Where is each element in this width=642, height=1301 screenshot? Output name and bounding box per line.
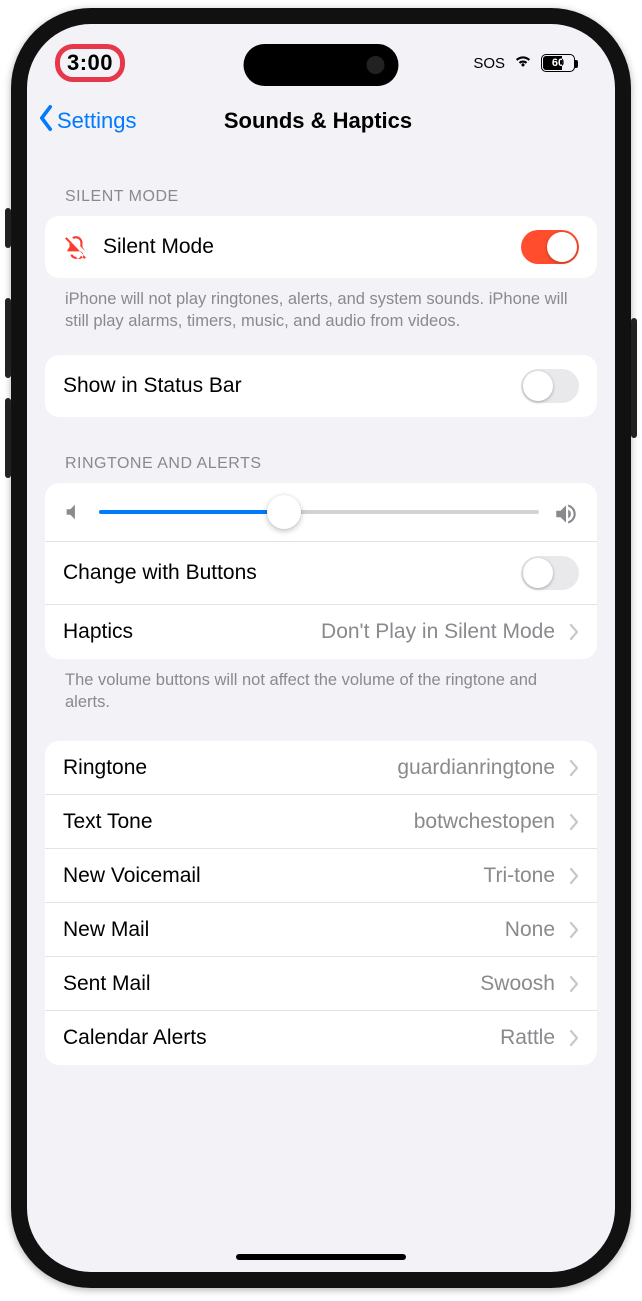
row-new-voicemail[interactable]: New Voicemail Tri-tone <box>45 849 597 903</box>
list-item-value: Swoosh <box>480 972 555 996</box>
list-item-value: Tri-tone <box>483 864 555 888</box>
battery-icon: 60 <box>541 54 575 72</box>
list-item-value: None <box>505 918 555 942</box>
change-buttons-label: Change with Buttons <box>63 561 507 585</box>
page-title: Sounds & Haptics <box>224 108 412 134</box>
volume-slider-thumb[interactable] <box>267 495 301 529</box>
row-sent-mail[interactable]: Sent Mail Swoosh <box>45 957 597 1011</box>
volume-low-icon <box>63 501 85 523</box>
power-hardware <box>631 318 637 438</box>
row-volume-slider[interactable] <box>45 483 597 542</box>
chevron-right-icon <box>569 623 579 641</box>
ringtone-footer: The volume buttons will not affect the v… <box>45 659 597 714</box>
chevron-right-icon <box>569 975 579 993</box>
wifi-icon <box>513 53 533 73</box>
list-item-label: Calendar Alerts <box>63 1026 486 1050</box>
list-item-value: guardianringtone <box>397 756 555 780</box>
content-scroll[interactable]: SILENT MODE Silent Mode iPhone will not … <box>27 150 615 1272</box>
screen: 3:00 SOS 60 Settings Sounds & <box>27 24 615 1272</box>
row-show-status-bar[interactable]: Show in Status Bar <box>45 355 597 417</box>
row-calendar-alerts[interactable]: Calendar Alerts Rattle <box>45 1011 597 1065</box>
list-item-label: Ringtone <box>63 756 383 780</box>
haptics-value: Don't Play in Silent Mode <box>321 620 555 644</box>
dynamic-island <box>244 44 399 86</box>
group-sounds-list: Ringtone guardianringtone Text Tone botw… <box>45 741 597 1065</box>
status-time: 3:00 <box>67 50 113 75</box>
row-ringtone[interactable]: Ringtone guardianringtone <box>45 741 597 795</box>
list-item-label: Text Tone <box>63 810 400 834</box>
chevron-right-icon <box>569 921 579 939</box>
volume-high-icon <box>553 501 579 523</box>
back-button[interactable]: Settings <box>37 104 137 138</box>
phone-frame: 3:00 SOS 60 Settings Sounds & <box>11 8 631 1288</box>
list-item-value: Rattle <box>500 1026 555 1050</box>
show-status-bar-toggle[interactable] <box>521 369 579 403</box>
list-item-label: Sent Mail <box>63 972 466 996</box>
row-new-mail[interactable]: New Mail None <box>45 903 597 957</box>
show-status-bar-label: Show in Status Bar <box>63 374 507 398</box>
group-status-bar: Show in Status Bar <box>45 355 597 417</box>
silent-mode-label: Silent Mode <box>103 235 507 259</box>
volume-slider[interactable] <box>99 510 539 514</box>
battery-percent: 60 <box>542 57 574 69</box>
chevron-right-icon <box>569 1029 579 1047</box>
nav-bar: Settings Sounds & Haptics <box>27 94 615 150</box>
chevron-right-icon <box>569 813 579 831</box>
back-label: Settings <box>57 108 137 134</box>
side-button-left <box>5 208 11 248</box>
status-sos: SOS <box>473 55 505 72</box>
row-change-with-buttons[interactable]: Change with Buttons <box>45 542 597 605</box>
bell-off-icon <box>63 234 89 260</box>
row-silent-mode[interactable]: Silent Mode <box>45 216 597 278</box>
haptics-label: Haptics <box>63 620 307 644</box>
group-ringtone-alerts: Change with Buttons Haptics Don't Play i… <box>45 483 597 659</box>
row-text-tone[interactable]: Text Tone botwchestopen <box>45 795 597 849</box>
list-item-value: botwchestopen <box>414 810 555 834</box>
list-item-label: New Voicemail <box>63 864 469 888</box>
volume-up-hardware <box>5 298 11 378</box>
chevron-left-icon <box>37 104 55 138</box>
volume-down-hardware <box>5 398 11 478</box>
chevron-right-icon <box>569 867 579 885</box>
list-item-label: New Mail <box>63 918 491 942</box>
row-haptics[interactable]: Haptics Don't Play in Silent Mode <box>45 605 597 659</box>
section-header-ringtone: RINGTONE AND ALERTS <box>45 417 597 483</box>
silent-mode-toggle[interactable] <box>521 230 579 264</box>
group-silent-mode: Silent Mode <box>45 216 597 278</box>
change-buttons-toggle[interactable] <box>521 556 579 590</box>
section-header-silent: SILENT MODE <box>45 150 597 216</box>
home-indicator[interactable] <box>236 1254 406 1260</box>
chevron-right-icon <box>569 759 579 777</box>
silent-mode-footer: iPhone will not play ringtones, alerts, … <box>45 278 597 333</box>
